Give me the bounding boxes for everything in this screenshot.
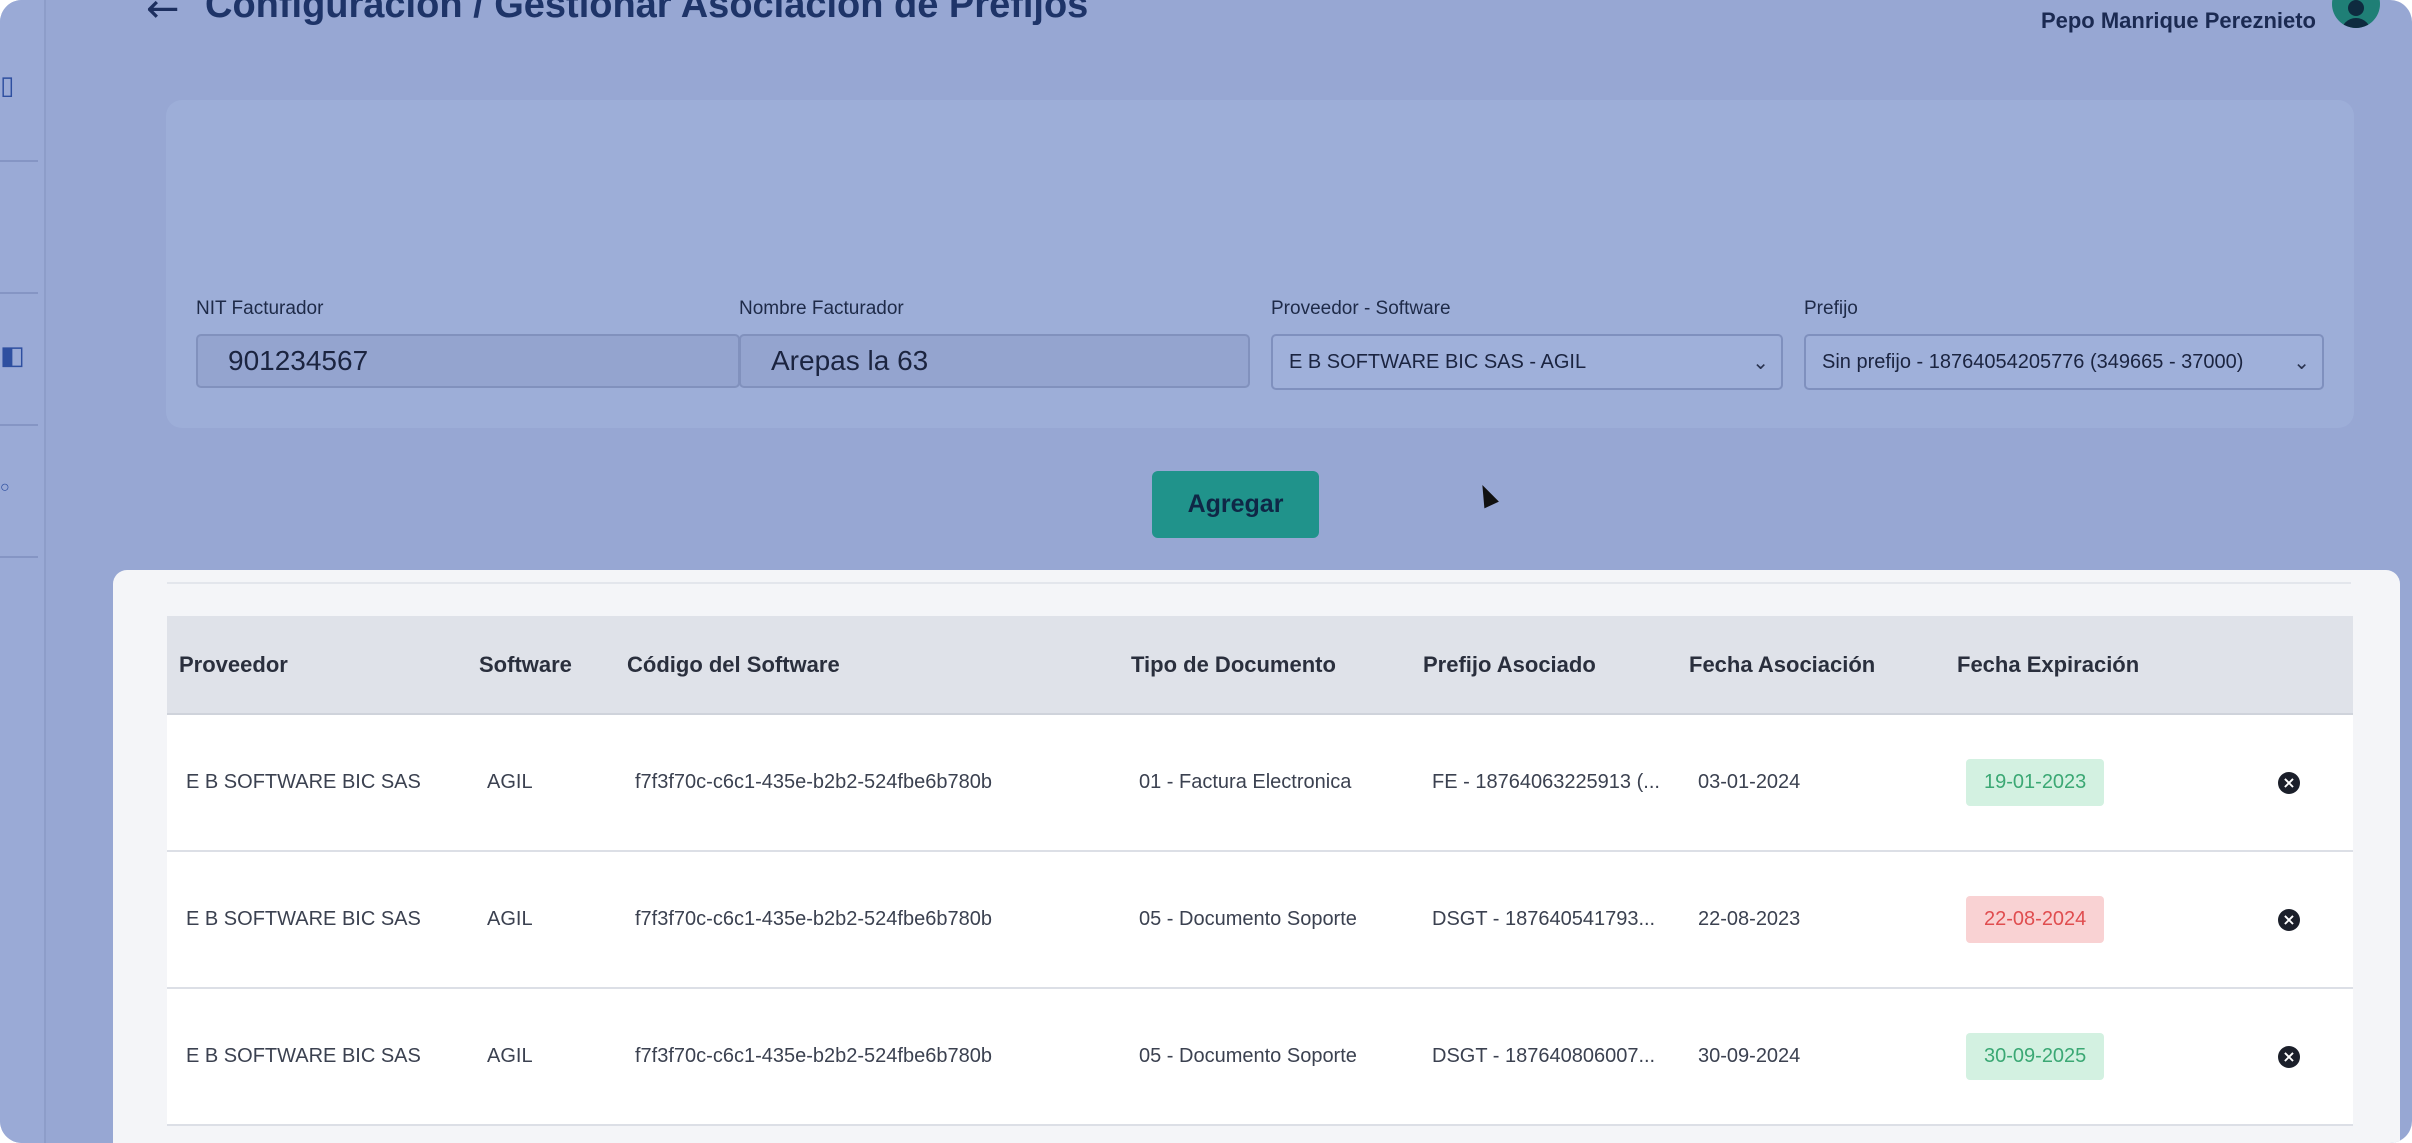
column-header-tipo[interactable]: Tipo de Documento xyxy=(1131,616,1423,715)
user-icon-body xyxy=(2341,18,2371,28)
agregar-button[interactable]: Agregar xyxy=(1152,471,1319,538)
associations-table: Proveedor Software Código del Software T… xyxy=(167,616,2353,1126)
cell-fecha-expiracion: 30-09-2025 xyxy=(1957,988,2219,1125)
prefijo-label: Prefijo xyxy=(1804,298,1858,319)
cell-tipo: 01 - Factura Electronica xyxy=(1139,771,1352,793)
cell-tipo: 05 - Documento Soporte xyxy=(1139,1045,1357,1067)
table-header-row: Proveedor Software Código del Software T… xyxy=(167,616,2353,715)
back-arrow-icon[interactable]: ← xyxy=(146,0,180,32)
table-card: Proveedor Software Código del Software T… xyxy=(113,570,2400,1143)
proveedor-field: Proveedor - Software E B SOFTWARE BIC SA… xyxy=(1271,298,1783,390)
nit-field: NIT Facturador 901234567 xyxy=(196,298,740,388)
cell-software: AGIL xyxy=(487,1045,533,1067)
cell-codigo: f7f3f70c-c6c1-435e-b2b2-524fbe6b780b xyxy=(635,771,992,793)
cell-fecha-asociacion: 03-01-2024 xyxy=(1698,771,1801,793)
table-row: E B SOFTWARE BIC SAS AGIL f7f3f70c-c6c1-… xyxy=(167,988,2353,1125)
cell-fecha-asociacion: 22-08-2023 xyxy=(1698,908,1801,930)
user-icon-head xyxy=(2348,0,2364,16)
sidebar-divider xyxy=(0,160,38,162)
cell-proveedor: E B SOFTWARE BIC SAS xyxy=(186,1045,421,1067)
mouse-cursor-icon xyxy=(1475,481,1499,509)
proveedor-select-value: E B SOFTWARE BIC SAS - AGIL xyxy=(1289,350,1587,373)
table-top-divider xyxy=(167,582,2351,584)
cell-prefijo: DSGT - 187640541793... xyxy=(1432,908,1656,930)
avatar[interactable] xyxy=(2332,0,2380,28)
form-panel: NIT Facturador 901234567 Nombre Facturad… xyxy=(166,100,2354,428)
cell-fecha-asociacion: 30-09-2024 xyxy=(1698,1045,1801,1067)
delete-icon[interactable]: × xyxy=(2278,772,2300,794)
status-badge: 19-01-2023 xyxy=(1966,759,2105,806)
nit-label: NIT Facturador xyxy=(196,298,324,319)
user-name: Pepo Manrique Pereznieto xyxy=(2040,8,2316,33)
document-icon[interactable]: ▯ xyxy=(0,72,14,98)
nombre-field: Nombre Facturador Arepas la 63 xyxy=(739,298,1250,388)
status-badge: 22-08-2024 xyxy=(1966,896,2105,943)
settings-icon[interactable]: ○ xyxy=(0,480,10,496)
column-header-prefijo[interactable]: Prefijo Asociado xyxy=(1423,616,1689,715)
column-header-fecha-asociacion[interactable]: Fecha Asociación xyxy=(1689,616,1957,715)
prefijo-select[interactable]: Sin prefijo - 18764054205776 (349665 - 3… xyxy=(1804,334,2324,390)
proveedor-label: Proveedor - Software xyxy=(1271,298,1451,319)
cell-fecha-expiracion: 22-08-2024 xyxy=(1957,851,2219,988)
delete-icon[interactable]: × xyxy=(2278,909,2300,931)
sidebar-divider xyxy=(0,424,38,426)
page-title: Configuración / Gestionar Asociación de … xyxy=(205,0,1089,26)
delete-icon[interactable]: × xyxy=(2278,1046,2300,1068)
cell-software: AGIL xyxy=(487,908,533,930)
proveedor-select[interactable]: E B SOFTWARE BIC SAS - AGIL ⌄ xyxy=(1271,334,1783,390)
cell-fecha-expiracion: 19-01-2023 xyxy=(1957,714,2219,851)
cell-prefijo: DSGT - 187640806007... xyxy=(1432,1045,1656,1067)
cell-tipo: 05 - Documento Soporte xyxy=(1139,908,1357,930)
prefijo-field: Prefijo Sin prefijo - 18764054205776 (34… xyxy=(1804,298,2324,390)
cell-proveedor: E B SOFTWARE BIC SAS xyxy=(186,908,421,930)
column-header-actions xyxy=(2219,616,2353,715)
sidebar-divider xyxy=(0,292,38,294)
cell-software: AGIL xyxy=(487,771,533,793)
column-header-proveedor[interactable]: Proveedor xyxy=(167,616,479,715)
cell-codigo: f7f3f70c-c6c1-435e-b2b2-524fbe6b780b xyxy=(635,908,992,930)
sidebar-divider xyxy=(0,556,38,558)
cell-prefijo: FE - 18764063225913 (... xyxy=(1432,771,1660,793)
chevron-down-icon: ⌄ xyxy=(2293,350,2310,374)
app-screen: ▯ ◧ ○ ← Configuración / Gestionar Asocia… xyxy=(0,0,2412,1143)
column-header-software[interactable]: Software xyxy=(479,616,627,715)
table-row: E B SOFTWARE BIC SAS AGIL f7f3f70c-c6c1-… xyxy=(167,714,2353,851)
column-header-fecha-expiracion[interactable]: Fecha Expiración xyxy=(1957,616,2219,715)
prefijo-select-value: Sin prefijo - 18764054205776 (349665 - 3… xyxy=(1822,350,2244,373)
cell-actions: × xyxy=(2219,851,2353,988)
sidebar: ▯ ◧ ○ xyxy=(0,0,46,1143)
cell-actions: × xyxy=(2219,714,2353,851)
cell-proveedor: E B SOFTWARE BIC SAS xyxy=(186,771,421,793)
cell-codigo: f7f3f70c-c6c1-435e-b2b2-524fbe6b780b xyxy=(635,1045,992,1067)
table-row: E B SOFTWARE BIC SAS AGIL f7f3f70c-c6c1-… xyxy=(167,851,2353,988)
column-header-codigo[interactable]: Código del Software xyxy=(627,616,1131,715)
nombre-label: Nombre Facturador xyxy=(739,298,904,319)
cell-actions: × xyxy=(2219,988,2353,1125)
nit-input[interactable]: 901234567 xyxy=(196,334,740,388)
chart-icon[interactable]: ◧ xyxy=(0,342,25,368)
chevron-down-icon: ⌄ xyxy=(1752,350,1769,374)
nombre-input[interactable]: Arepas la 63 xyxy=(739,334,1250,388)
status-badge: 30-09-2025 xyxy=(1966,1033,2105,1080)
